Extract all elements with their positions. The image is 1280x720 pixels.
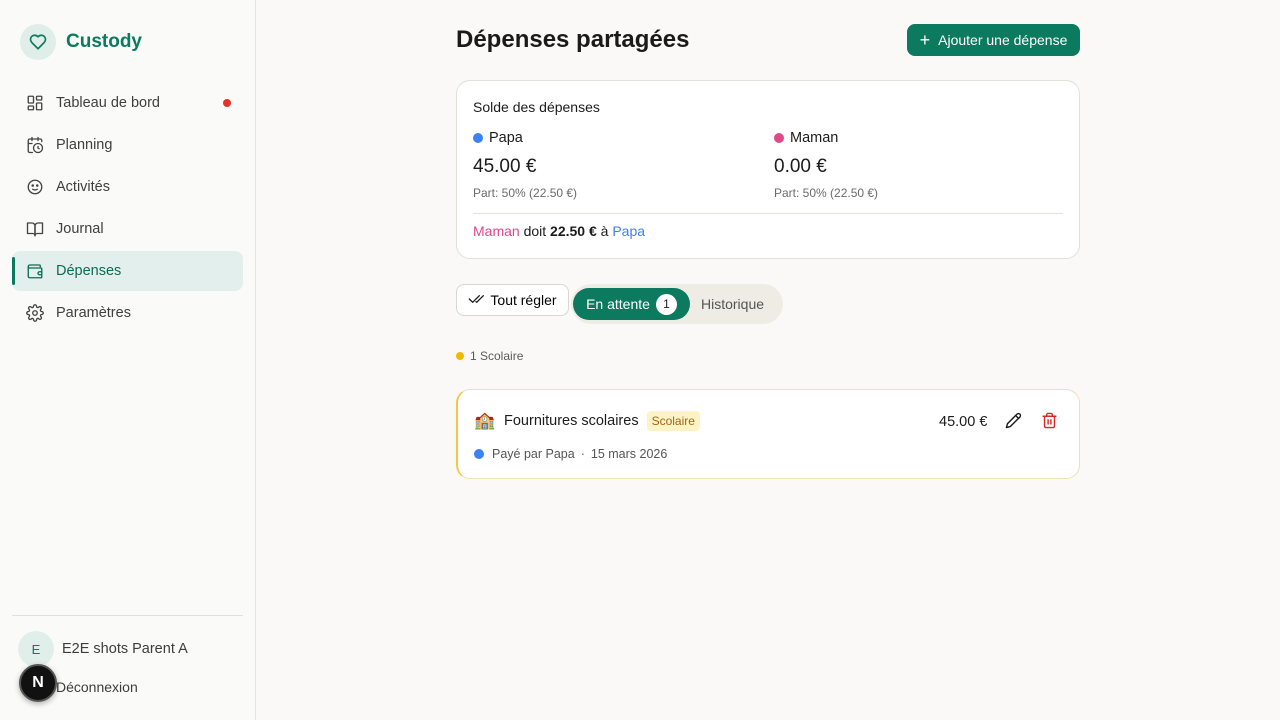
dev-tools-badge[interactable]: N bbox=[19, 664, 57, 702]
maman-color-dot bbox=[774, 133, 784, 143]
sidebar-item-dashboard[interactable]: Tableau de bord bbox=[12, 83, 243, 123]
papa-balance: Papa 45.00 € Part: 50% (22.50 €) bbox=[473, 130, 577, 200]
category-tag: Scolaire bbox=[646, 411, 700, 431]
sidebar-item-label: Journal bbox=[56, 221, 104, 237]
sidebar-item-label: Tableau de bord bbox=[56, 95, 160, 111]
category-summary: 1 Scolaire bbox=[456, 349, 523, 363]
sidebar-item-parametres[interactable]: Paramètres bbox=[12, 293, 243, 333]
sidebar-item-label: Paramètres bbox=[56, 305, 131, 321]
owed-summary: Maman doit 22.50 € à Papa bbox=[473, 223, 645, 239]
owed-verb: doit bbox=[523, 223, 547, 239]
sidebar-item-label: Dépenses bbox=[56, 263, 122, 279]
app-name: Custody bbox=[66, 31, 142, 52]
logout-button[interactable]: Déconnexion bbox=[56, 679, 138, 695]
page-title: Dépenses partagées bbox=[456, 26, 690, 53]
expense-title: Fournitures scolaires bbox=[504, 413, 639, 429]
sidebar-item-depenses[interactable]: Dépenses bbox=[12, 251, 243, 291]
papa-color-dot bbox=[473, 133, 483, 143]
category-dot bbox=[456, 352, 464, 360]
add-expense-button[interactable]: + Ajouter une dépense bbox=[907, 24, 1080, 56]
user-profile[interactable]: E E2E shots Parent A bbox=[18, 631, 188, 667]
tab-pending[interactable]: En attente 1 bbox=[573, 288, 690, 320]
expense-card[interactable]: 🏫 Fournitures scolaires Scolaire Payé pa… bbox=[456, 389, 1080, 479]
tab-history[interactable]: Historique bbox=[701, 288, 764, 320]
sidebar-nav: Tableau de bord Planning Activités Journ… bbox=[12, 83, 243, 335]
sidebar-divider bbox=[12, 615, 243, 616]
payer-color-dot bbox=[474, 449, 484, 459]
notification-dot bbox=[223, 99, 231, 107]
school-icon: 🏫 bbox=[474, 411, 496, 430]
expense-amount: 45.00 € bbox=[939, 414, 988, 430]
pencil-icon bbox=[1005, 412, 1022, 434]
papa-amount: 45.00 € bbox=[473, 156, 537, 177]
balance-divider bbox=[473, 213, 1063, 214]
gear-icon bbox=[26, 304, 44, 322]
sidebar-item-activites[interactable]: Activités bbox=[12, 167, 243, 207]
balance-title: Solde des dépenses bbox=[473, 99, 600, 115]
tab-pending-label: En attente bbox=[586, 296, 650, 312]
papa-name: Papa bbox=[489, 130, 523, 146]
maman-amount: 0.00 € bbox=[774, 156, 827, 177]
plus-icon: + bbox=[919, 30, 931, 50]
meta-separator: · bbox=[580, 447, 585, 461]
maman-share: Part: 50% (22.50 €) bbox=[774, 186, 879, 200]
maman-name: Maman bbox=[790, 130, 839, 146]
paid-by: Payé par Papa bbox=[492, 447, 575, 461]
maman-balance: Maman 0.00 € Part: 50% (22.50 €) bbox=[774, 130, 878, 200]
settle-all-label: Tout régler bbox=[490, 292, 557, 308]
category-summary-label: 1 Scolaire bbox=[470, 349, 524, 363]
delete-expense-button[interactable] bbox=[1038, 412, 1060, 434]
sidebar-item-label: Activités bbox=[56, 179, 110, 195]
smile-icon bbox=[26, 178, 44, 196]
wallet-icon bbox=[26, 262, 44, 280]
book-open-icon bbox=[26, 220, 44, 238]
double-check-icon bbox=[468, 291, 485, 310]
balance-card: Solde des dépenses Papa 45.00 € Part: 50… bbox=[456, 80, 1080, 259]
sidebar-item-journal[interactable]: Journal bbox=[12, 209, 243, 249]
owed-debtor: Maman bbox=[473, 223, 520, 239]
owed-creditor: Papa bbox=[612, 223, 646, 239]
user-name: E2E shots Parent A bbox=[62, 641, 188, 657]
owed-prep: à bbox=[600, 223, 609, 239]
avatar: E bbox=[18, 631, 54, 667]
owed-amount: 22.50 € bbox=[550, 223, 597, 239]
sidebar: Custody Tableau de bord Planning Activit… bbox=[0, 0, 256, 720]
papa-share: Part: 50% (22.50 €) bbox=[473, 186, 578, 200]
trash-icon bbox=[1041, 412, 1058, 434]
edit-expense-button[interactable] bbox=[1002, 412, 1024, 434]
expense-tabs: En attente 1 Historique bbox=[571, 284, 783, 324]
pending-count-badge: 1 bbox=[655, 293, 677, 315]
add-expense-label: Ajouter une dépense bbox=[938, 32, 1068, 48]
heart-icon bbox=[20, 24, 56, 60]
sidebar-item-planning[interactable]: Planning bbox=[12, 125, 243, 165]
dashboard-icon bbox=[26, 94, 44, 112]
calendar-clock-icon bbox=[26, 136, 44, 154]
sidebar-item-label: Planning bbox=[56, 137, 113, 153]
expense-date: 15 mars 2026 bbox=[590, 447, 668, 461]
settle-all-button[interactable]: Tout régler bbox=[456, 284, 569, 316]
brand[interactable]: Custody bbox=[20, 24, 142, 60]
